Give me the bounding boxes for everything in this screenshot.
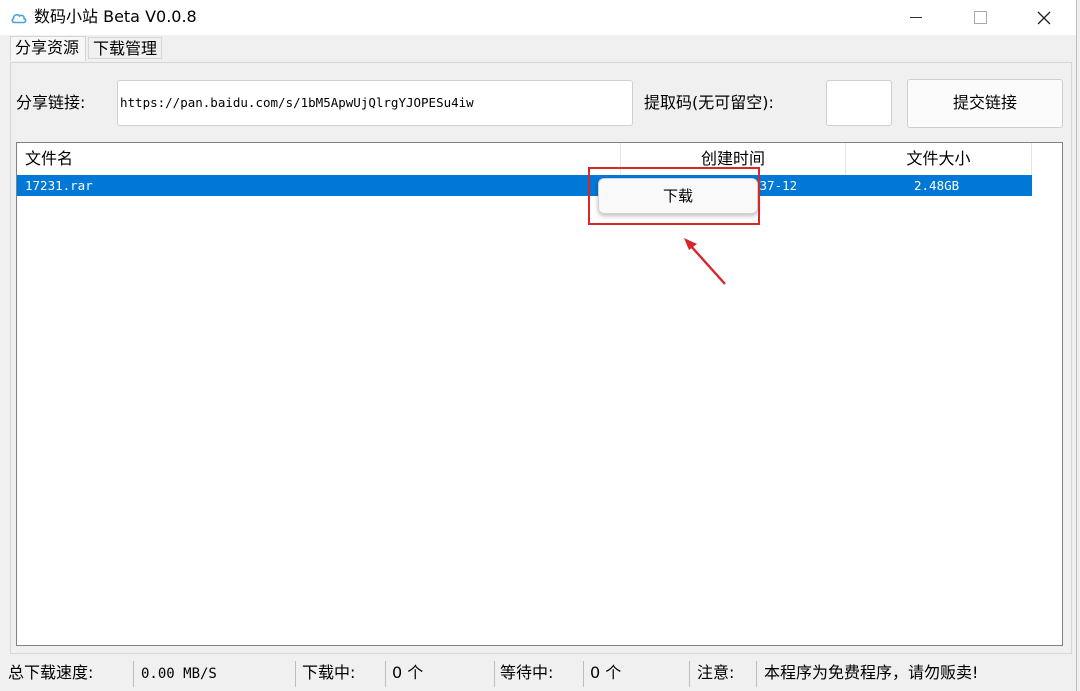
extract-code-input[interactable] — [826, 80, 892, 126]
maximize-icon — [973, 11, 987, 24]
status-separator — [689, 661, 690, 687]
total-speed-value: 0.00 MB/S — [141, 666, 217, 682]
tab-share-resources[interactable]: 分享资源 — [10, 36, 86, 61]
close-icon — [1037, 11, 1051, 24]
status-separator — [133, 661, 134, 687]
share-link-label: 分享链接: — [16, 93, 86, 112]
status-separator — [385, 661, 386, 687]
downloading-count: 0 个 — [392, 663, 424, 682]
extract-code-label: 提取码(无可留空): — [644, 93, 774, 112]
notice-text: 本程序为免费程序，请勿贩卖! — [764, 663, 979, 682]
waiting-count: 0 个 — [590, 663, 622, 682]
file-list[interactable]: 文件名 创建时间 文件大小 17231.rar -37-12 2.48GB — [16, 142, 1063, 646]
column-header-filename[interactable]: 文件名 — [17, 143, 621, 175]
minimize-button[interactable] — [885, 0, 947, 35]
total-speed-label: 总下载速度: — [8, 663, 94, 682]
window-title: 数码小站 Beta V0.0.8 — [34, 7, 197, 26]
status-separator — [494, 661, 495, 687]
title-bar[interactable]: 数码小站 Beta V0.0.8 — [0, 0, 1076, 35]
cloud-icon — [11, 13, 27, 24]
tab-bar: 分享资源 下载管理 — [0, 35, 1076, 61]
annotation-arrow-icon — [684, 238, 726, 285]
status-bar: 总下载速度: 0.00 MB/S 下载中: 0 个 等待中: 0 个 注意: 本… — [0, 657, 1076, 691]
app-window: 数码小站 Beta V0.0.8 分享资源 下载管理 分享链接: https:/… — [0, 0, 1077, 691]
cell-filename: 17231.rar — [25, 178, 93, 193]
table-row[interactable]: 17231.rar -37-12 2.48GB — [17, 175, 1032, 196]
share-link-input[interactable]: https://pan.baidu.com/s/1bM5ApwUjQlrgYJO… — [117, 80, 633, 126]
cell-size: 2.48GB — [914, 178, 960, 193]
status-separator — [295, 661, 296, 687]
tab-download-manager[interactable]: 下载管理 — [88, 37, 162, 59]
status-separator — [756, 661, 757, 687]
maximize-button[interactable] — [949, 0, 1011, 35]
column-header-size[interactable]: 文件大小 — [846, 143, 1032, 175]
minimize-icon — [910, 17, 922, 18]
annotation-highlight-box — [588, 167, 760, 225]
close-button[interactable] — [1013, 0, 1075, 35]
downloading-label: 下载中: — [302, 663, 356, 682]
notice-label: 注意: — [697, 663, 735, 682]
submit-link-button[interactable]: 提交链接 — [907, 79, 1063, 128]
waiting-label: 等待中: — [500, 663, 554, 682]
list-header: 文件名 创建时间 文件大小 — [17, 143, 1032, 175]
status-separator — [583, 661, 584, 687]
